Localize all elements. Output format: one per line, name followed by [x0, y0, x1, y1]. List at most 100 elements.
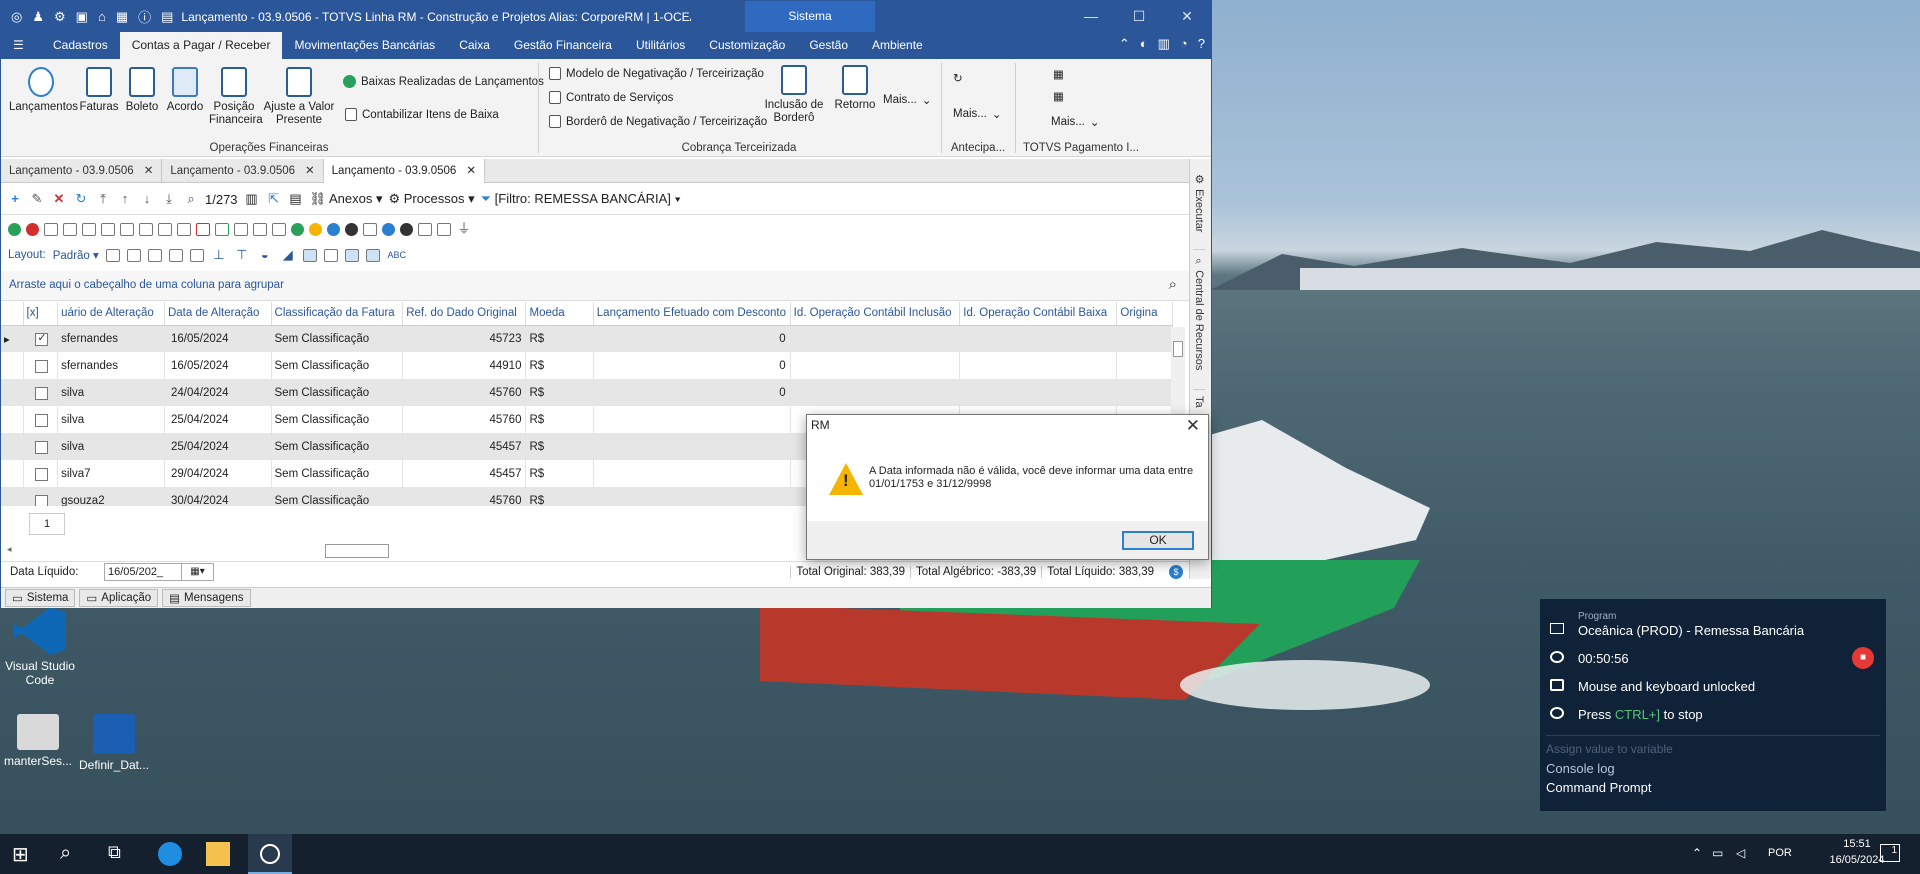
context-tab-sistema[interactable]: Sistema	[745, 1, 875, 32]
info-icon[interactable]: ⓘ	[138, 7, 151, 26]
view-icon[interactable]	[365, 248, 380, 262]
bordero-negativacao-button[interactable]: Borderô de Negativação / Terceirização	[549, 115, 767, 128]
cell-ref-dado-original[interactable]: 45760	[402, 379, 527, 406]
view-icon[interactable]	[344, 248, 359, 262]
export-icon[interactable]: ⇱	[266, 191, 282, 207]
layout-icon[interactable]	[105, 248, 120, 262]
cell-data-alteracao[interactable]: 16/05/2024	[164, 352, 272, 379]
action-icon[interactable]	[44, 222, 58, 236]
row-indicator[interactable]	[1, 352, 24, 379]
notification-icon[interactable]: 1	[1880, 844, 1900, 862]
dialog-close-button[interactable]: ✕	[1186, 416, 1200, 436]
status-tab-mensagens[interactable]: ▤ Mensagens	[162, 589, 251, 607]
select-checkbox[interactable]	[35, 467, 49, 481]
user-icon[interactable]: ♟	[32, 9, 44, 25]
cell-data-alteracao[interactable]: 29/04/2024	[164, 460, 272, 487]
app-logo-icon[interactable]: ◎	[11, 9, 22, 25]
next-record-icon[interactable]: ↓	[139, 191, 155, 207]
close-icon[interactable]: ✕	[144, 159, 154, 183]
cell-id-op-inclusao[interactable]	[790, 379, 961, 406]
cell-usuario[interactable]: silva7	[57, 460, 165, 487]
row-indicator[interactable]	[1, 433, 24, 460]
tab-gestao-financeira[interactable]: Gestão Financeira	[502, 32, 624, 59]
close-icon[interactable]: ✕	[305, 159, 315, 183]
layout-icon[interactable]	[126, 248, 141, 262]
support-icon[interactable]: ◔	[1180, 36, 1188, 52]
action-icon[interactable]	[177, 222, 191, 236]
row-indicator[interactable]	[1, 406, 24, 433]
retorno-button[interactable]: Retorno	[831, 65, 879, 112]
cell-data-alteracao[interactable]: 16/05/2024	[164, 325, 272, 352]
first-record-icon[interactable]: ⤒	[95, 191, 111, 207]
pin-icon[interactable]: ⊤	[234, 247, 250, 263]
action-icon[interactable]	[101, 222, 115, 236]
cell-usuario[interactable]: silva	[57, 379, 165, 406]
cell-ref-dado-original[interactable]: 45457	[402, 433, 527, 460]
search-icon[interactable]: ⌕	[60, 842, 84, 866]
cell-lancamento-desconto[interactable]: 0	[593, 352, 791, 379]
column-header[interactable]: Classificação da Fatura	[271, 302, 404, 326]
column-header[interactable]: Id. Operação Contábil Inclusão	[790, 302, 961, 326]
row-indicator[interactable]	[1, 379, 24, 406]
cell-usuario[interactable]: silva	[57, 433, 165, 460]
view-icon[interactable]: ▣	[76, 9, 88, 25]
cell-moeda[interactable]: R$	[525, 325, 594, 352]
central-recursos-panel-tab[interactable]: ⌕ Central de Recursos	[1193, 249, 1205, 370]
ajuste-valor-presente-button[interactable]: Ajuste a Valor Presente	[263, 67, 335, 127]
select-checkbox[interactable]	[35, 494, 49, 506]
print-icon[interactable]	[158, 222, 172, 236]
search-icon[interactable]: ⌕	[183, 191, 199, 207]
table-row[interactable]: sfernandes 16/05/2024 Sem Classificação 449…	[1, 352, 1173, 379]
tab-ambiente[interactable]: Ambiente	[860, 32, 935, 59]
approve-icon[interactable]	[8, 222, 21, 236]
select-checkbox[interactable]	[35, 440, 49, 454]
calendar-icon[interactable]	[234, 222, 248, 236]
close-icon[interactable]: ✕	[466, 159, 476, 183]
help-icon[interactable]: ?	[1198, 36, 1205, 52]
cell-id-op-baixa[interactable]	[959, 379, 1118, 406]
delete-icon[interactable]: ✕	[51, 191, 67, 207]
cell-original[interactable]	[1116, 325, 1173, 352]
last-record-icon[interactable]: ⤓	[161, 191, 177, 207]
cell-id-op-baixa[interactable]	[959, 352, 1118, 379]
file-explorer-icon[interactable]	[206, 842, 230, 866]
report-icon[interactable]: ▤	[288, 191, 304, 207]
select-checkbox[interactable]	[35, 386, 49, 400]
cell-moeda[interactable]: R$	[525, 406, 594, 433]
pin-icon[interactable]: ⊥	[211, 247, 227, 263]
desktop-icon-vscode[interactable]: Visual Studio Code	[0, 607, 80, 687]
scroll-thumb[interactable]	[1173, 341, 1183, 357]
cell-data-alteracao[interactable]: 24/04/2024	[164, 379, 272, 406]
row-checkbox[interactable]	[23, 487, 59, 506]
cell-id-op-inclusao[interactable]	[790, 325, 961, 352]
desktop-icon-definir-data[interactable]: Definir_Dat...	[74, 714, 154, 772]
column-header[interactable]: uário de Alteração	[57, 302, 165, 326]
cell-ref-dado-original[interactable]: 45457	[402, 460, 527, 487]
layout-select[interactable]: Padrão ▾	[53, 248, 99, 262]
calc-icon[interactable]: ▦	[116, 9, 128, 25]
column-header[interactable]: Lançamento Efetuado com Desconto	[593, 302, 791, 326]
document-icon[interactable]	[418, 222, 432, 236]
cell-data-alteracao[interactable]: 25/04/2024	[164, 406, 272, 433]
maximize-button[interactable]: ☐	[1115, 1, 1163, 32]
boleto-button[interactable]: Boleto	[123, 67, 161, 114]
windows-start-icon[interactable]: ⊞	[12, 842, 36, 866]
layout-icon[interactable]	[147, 248, 162, 262]
row-checkbox[interactable]	[23, 379, 59, 406]
layout-icon[interactable]	[168, 248, 183, 262]
collapse-ribbon-icon[interactable]: ⌃	[1119, 36, 1130, 52]
cell-lancamento-desconto[interactable]	[593, 460, 791, 487]
tray-chevron-icon[interactable]: ⌃	[1692, 846, 1702, 860]
home-icon[interactable]: ⌂	[98, 9, 106, 24]
data-liquido-input[interactable]: 16/05/202_	[104, 563, 182, 581]
modelo-negativacao-button[interactable]: Modelo de Negativação / Terceirização	[549, 67, 764, 80]
cell-usuario[interactable]: sfernandes	[57, 325, 165, 352]
acordo-button[interactable]: Acordo	[165, 67, 205, 114]
group-by-area[interactable]: Arraste aqui o cabeçalho de uma coluna p…	[1, 271, 1189, 301]
cell-classificacao[interactable]: Sem Classificação	[271, 406, 404, 433]
cell-lancamento-desconto[interactable]: 0	[593, 379, 791, 406]
pending-icon[interactable]	[309, 222, 322, 236]
action-icon[interactable]	[215, 222, 229, 236]
edit-icon[interactable]: ✎	[29, 191, 45, 207]
page-number[interactable]: 1	[29, 513, 65, 535]
